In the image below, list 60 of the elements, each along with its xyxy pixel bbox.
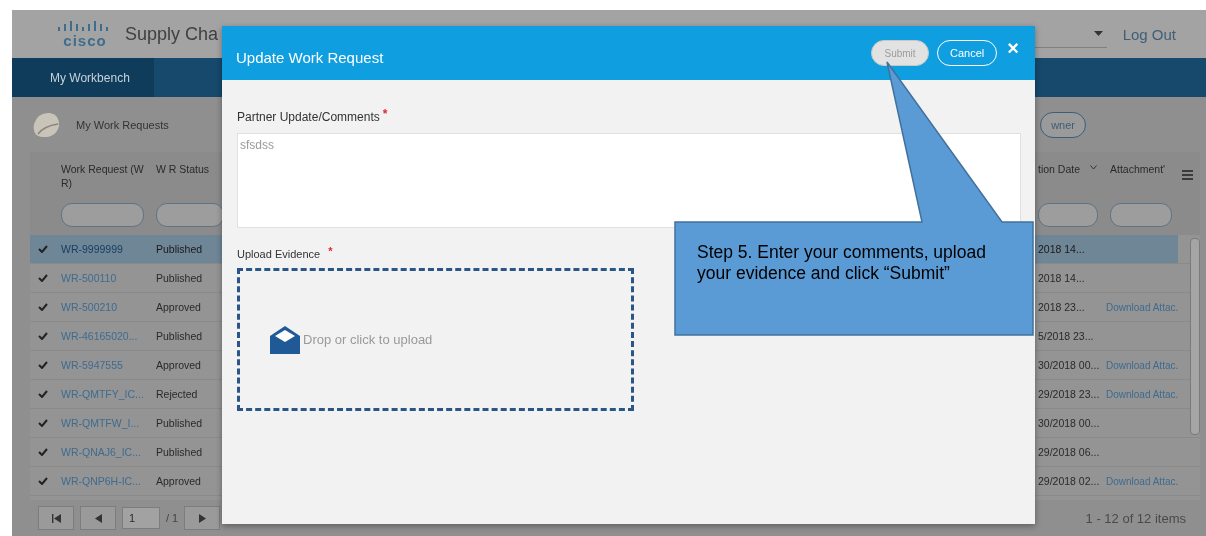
check-icon[interactable]: [37, 332, 48, 340]
download-link[interactable]: Download Attac.: [1106, 388, 1179, 400]
required-mark: *: [382, 107, 388, 121]
download-link[interactable]: Download Attac.: [1106, 475, 1179, 487]
previous-icon: [94, 513, 102, 523]
filter-field[interactable]: [1110, 203, 1172, 227]
upload-dropzone[interactable]: Drop or click to upload: [237, 268, 634, 411]
work-request-link[interactable]: WR-46165020...: [61, 330, 138, 342]
work-request-link[interactable]: WR-9999999: [61, 243, 123, 255]
table-cell: 2018 14...: [1035, 235, 1104, 263]
menu-icon[interactable]: [1182, 170, 1193, 180]
app-title: Supply Cha: [125, 23, 219, 45]
check-icon[interactable]: [37, 419, 48, 427]
item-count: 1 - 12 of 12 items: [1085, 510, 1186, 526]
download-link[interactable]: Download Attac.: [1106, 301, 1179, 313]
field-label: Upload Evidence: [237, 248, 321, 260]
next-page-button[interactable]: [184, 506, 221, 530]
filter-field[interactable]: [156, 203, 224, 227]
filter-field[interactable]: [1038, 203, 1098, 227]
first-page-icon: [51, 513, 61, 523]
work-request-link[interactable]: WR-QMTFW_I...: [61, 417, 140, 429]
logout-link[interactable]: Log Out: [1122, 25, 1176, 43]
check-icon[interactable]: [37, 245, 48, 253]
page-field[interactable]: 1: [122, 507, 160, 529]
page-count: / 1: [166, 512, 179, 524]
work-request-link[interactable]: WR-500110: [61, 272, 117, 284]
scrollbar[interactable]: [1190, 238, 1200, 435]
envelope-icon: [270, 325, 300, 354]
caret-icon: [1093, 31, 1103, 36]
field-label: Partner Update/Comments: [237, 110, 380, 124]
page-title: My Work Requests: [76, 118, 169, 131]
work-request-link[interactable]: WR-QNP6H-IC...: [61, 475, 141, 487]
check-icon[interactable]: [37, 477, 48, 485]
nav-tab[interactable]: My Workbench: [12, 58, 154, 97]
callout-text: Step 5. Enter your comments, upload your evidence and click “Submit”: [697, 242, 987, 284]
work-request-link[interactable]: WR-5947555: [61, 359, 123, 371]
column-header[interactable]: Attachment': [1110, 162, 1172, 176]
previous-page-button[interactable]: [80, 506, 116, 530]
first-page-button[interactable]: [38, 506, 74, 530]
checkbox-cell[interactable]: [30, 235, 55, 263]
check-icon[interactable]: [37, 448, 48, 456]
filter-field[interactable]: [61, 203, 144, 227]
next-icon: [198, 513, 206, 523]
check-icon[interactable]: [37, 274, 48, 282]
work-request-link[interactable]: WR-500210: [61, 301, 118, 313]
check-icon[interactable]: [37, 303, 48, 311]
required-mark: *: [328, 245, 333, 257]
work-request-link[interactable]: WR-QMTFY_IC...: [61, 388, 144, 400]
close-button[interactable]: ×: [1005, 36, 1021, 60]
modal-title: Update Work Request: [236, 48, 384, 66]
column-header[interactable]: W R Status: [156, 162, 224, 176]
column-header[interactable]: Work Request (W R): [61, 162, 144, 190]
logo-text: cisco: [63, 33, 107, 48]
owner-button[interactable]: wner: [1040, 111, 1086, 138]
sort-icon[interactable]: [1090, 165, 1098, 170]
check-icon[interactable]: [37, 361, 48, 369]
check-icon[interactable]: [37, 390, 48, 398]
work-request-link[interactable]: WR-QNAJ6_IC...: [61, 446, 141, 458]
download-link[interactable]: Download Attac.: [1106, 359, 1179, 371]
column-header[interactable]: tion Date: [1038, 162, 1081, 176]
